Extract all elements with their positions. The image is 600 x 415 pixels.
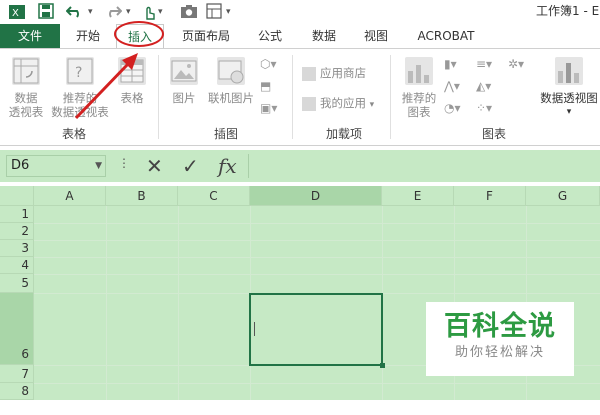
pivot-chart-dropdown-icon[interactable]: ▾ bbox=[538, 105, 600, 119]
row-header[interactable]: 6 bbox=[0, 293, 34, 365]
highlight-circle bbox=[114, 21, 164, 47]
tab-acrobat[interactable]: ACROBAT bbox=[408, 24, 484, 48]
redo-icon[interactable] bbox=[104, 3, 123, 21]
row-header[interactable]: 4 bbox=[0, 257, 34, 274]
column-header[interactable]: D bbox=[250, 186, 382, 206]
tab-home[interactable]: 开始 bbox=[66, 24, 110, 48]
tab-view[interactable]: 视图 bbox=[354, 24, 398, 48]
active-cell-d6[interactable] bbox=[249, 293, 383, 366]
pivot-table-button[interactable]: 数据 透视表 bbox=[4, 57, 48, 119]
tab-page-layout[interactable]: 页面布局 bbox=[172, 24, 240, 48]
undo-icon[interactable] bbox=[65, 3, 84, 21]
watermark-subtitle: 助你轻松解决 bbox=[454, 345, 545, 360]
tab-data[interactable]: 数据 bbox=[302, 24, 346, 48]
smartart-icon[interactable]: ⬒ bbox=[260, 79, 271, 93]
form-icon[interactable] bbox=[206, 3, 222, 21]
online-picture-button[interactable]: 联机图片 bbox=[204, 57, 258, 105]
column-header[interactable]: F bbox=[454, 186, 526, 206]
touch-dropdown-icon[interactable]: ▾ bbox=[158, 3, 163, 21]
select-all-corner[interactable] bbox=[0, 186, 34, 206]
row-header[interactable]: 7 bbox=[0, 365, 34, 383]
undo-dropdown-icon[interactable]: ▾ bbox=[88, 3, 93, 21]
area-chart-icon[interactable]: ◭▾ bbox=[476, 79, 491, 93]
pivot-chart-icon bbox=[555, 57, 583, 85]
camera-icon[interactable] bbox=[180, 3, 198, 21]
group-label-illustrations: 插图 bbox=[214, 127, 239, 141]
column-header[interactable]: E bbox=[382, 186, 454, 206]
table-icon bbox=[118, 57, 146, 85]
my-apps-dropdown-icon[interactable]: ▾ bbox=[370, 100, 375, 110]
watermark-logo: 百科全说 助你轻松解决 bbox=[426, 302, 574, 376]
row-header[interactable]: 3 bbox=[0, 240, 34, 257]
my-apps-icon bbox=[302, 96, 316, 111]
formula-input[interactable] bbox=[248, 154, 600, 178]
pivot-chart-button[interactable]: 数据透视图 ▾ bbox=[538, 57, 600, 119]
save-icon[interactable] bbox=[38, 3, 54, 21]
column-header[interactable]: C bbox=[178, 186, 250, 206]
window-title: 工作簿1 - E bbox=[536, 4, 600, 18]
tab-formulas[interactable]: 公式 bbox=[248, 24, 292, 48]
online-picture-icon bbox=[217, 57, 245, 85]
insert-ribbon: 数据 透视表 ? 推荐的 数据透视表 表格 表格 图片 联机图片 ⬡▾ ⬒ ▣▾… bbox=[0, 48, 600, 146]
svg-text:?: ? bbox=[75, 65, 82, 81]
row-header[interactable]: 8 bbox=[0, 383, 34, 400]
formula-bar: D6 ▼ ⋮ ✕ ✓ fx bbox=[0, 150, 600, 182]
shapes-icon[interactable]: ⬡▾ bbox=[260, 57, 277, 71]
picture-button[interactable]: 图片 bbox=[166, 57, 202, 105]
column-header[interactable]: G bbox=[526, 186, 600, 206]
pivot-table-icon bbox=[12, 57, 40, 85]
excel-logo-icon[interactable]: X bbox=[8, 3, 26, 21]
store-icon bbox=[302, 66, 316, 81]
cancel-icon[interactable]: ✕ bbox=[146, 154, 163, 178]
group-separator bbox=[292, 55, 293, 139]
pie-chart-icon[interactable]: ◔▾ bbox=[444, 101, 461, 115]
svg-text:X: X bbox=[12, 8, 19, 19]
recommended-pivot-button[interactable]: ? 推荐的 数据透视表 bbox=[50, 57, 110, 119]
recommended-charts-icon bbox=[405, 57, 433, 85]
picture-icon bbox=[170, 57, 198, 85]
app-store-button[interactable]: 应用商店 bbox=[302, 65, 366, 81]
formula-bar-resize-handle[interactable]: ⋮ bbox=[118, 156, 130, 170]
group-label-tables: 表格 bbox=[62, 127, 87, 141]
fill-handle[interactable] bbox=[380, 363, 385, 368]
column-header[interactable]: A bbox=[34, 186, 106, 206]
watermark-title: 百科全说 bbox=[444, 311, 556, 342]
column-header[interactable]: B bbox=[106, 186, 178, 206]
my-apps-button[interactable]: 我的应用 ▾ bbox=[302, 95, 374, 111]
customize-qat-icon[interactable]: ▾ bbox=[226, 3, 231, 21]
row-header[interactable]: 5 bbox=[0, 274, 34, 293]
other-chart-icon[interactable]: ✲▾ bbox=[508, 57, 524, 71]
bar-chart-icon[interactable]: ≡▾ bbox=[476, 57, 492, 71]
column-chart-icon[interactable]: ▮▾ bbox=[444, 57, 457, 71]
redo-dropdown-icon[interactable]: ▾ bbox=[126, 3, 131, 21]
quick-access-toolbar: X ▾ ▾ ▾ ▾ 工作簿1 - E bbox=[0, 0, 600, 24]
enter-icon[interactable]: ✓ bbox=[182, 154, 199, 178]
name-box-dropdown-icon[interactable]: ▼ bbox=[95, 156, 102, 176]
row-header[interactable]: 2 bbox=[0, 223, 34, 240]
insert-function-icon[interactable]: fx bbox=[218, 154, 237, 178]
group-label-charts: 图表 bbox=[482, 127, 507, 141]
touch-mode-icon[interactable] bbox=[142, 3, 156, 21]
text-cursor bbox=[254, 322, 255, 336]
ribbon-tabs: 文件 开始 插入 页面布局 公式 数据 视图 ACROBAT bbox=[0, 24, 600, 48]
line-chart-icon[interactable]: ⋀▾ bbox=[444, 79, 460, 93]
name-box[interactable]: D6 ▼ bbox=[6, 155, 106, 177]
recommended-charts-button[interactable]: 推荐的 图表 bbox=[398, 57, 440, 119]
table-button[interactable]: 表格 bbox=[114, 57, 150, 105]
group-separator bbox=[158, 55, 159, 139]
group-label-addins: 加载项 bbox=[326, 127, 363, 141]
screenshot-icon[interactable]: ▣▾ bbox=[260, 101, 277, 115]
group-separator bbox=[390, 55, 391, 139]
tab-file[interactable]: 文件 bbox=[0, 24, 60, 48]
scatter-chart-icon[interactable]: ⁘▾ bbox=[476, 101, 492, 115]
row-header[interactable]: 1 bbox=[0, 206, 34, 223]
recommended-pivot-icon: ? bbox=[66, 57, 94, 85]
